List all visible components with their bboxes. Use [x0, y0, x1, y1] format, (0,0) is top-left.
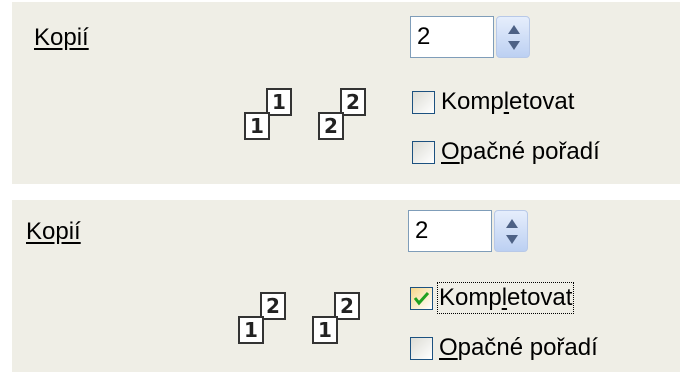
reverse-order-label: Opačné pořadí — [441, 138, 600, 165]
spin-arrows-icon — [508, 25, 520, 50]
copies-panel-uncollated: Kopií 2 1 1 2 2 Kompletovat Opačné pořad… — [12, 2, 680, 184]
reverse-order-checkbox-box[interactable] — [410, 336, 433, 360]
copies-spinner[interactable]: 2 — [408, 210, 528, 252]
reverse-order-checkbox-box[interactable] — [412, 140, 435, 164]
collate-checkbox[interactable]: Kompletovat — [412, 88, 574, 116]
spin-up-down-button[interactable] — [494, 210, 528, 252]
copies-label-access-key: Kopií — [26, 218, 81, 245]
copies-spinner[interactable]: 2 — [410, 16, 530, 58]
copies-input[interactable]: 2 — [410, 16, 494, 58]
checkmark-icon — [413, 291, 430, 305]
spin-arrows-icon — [506, 219, 518, 244]
page-front: 1 — [312, 316, 338, 344]
collate-checkbox[interactable]: Kompletovat — [410, 282, 575, 314]
collate-checkbox-box[interactable] — [410, 286, 433, 310]
reverse-order-checkbox[interactable]: Opačné pořadí — [412, 138, 600, 166]
page-front: 1 — [244, 112, 270, 140]
collate-checkbox-box[interactable] — [412, 90, 435, 114]
page-front: 2 — [318, 112, 344, 140]
collate-label: Kompletovat — [436, 282, 575, 314]
copies-panel-collated: Kopií 2 2 1 2 1 Kompletovat Opačné pořad… — [12, 200, 680, 372]
copies-label: Kopií — [34, 24, 89, 52]
reverse-order-label: Opačné pořadí — [439, 334, 598, 361]
page-front: 1 — [238, 316, 264, 344]
copies-label-access-key: Kopií — [34, 24, 89, 51]
spin-up-down-button[interactable] — [496, 16, 530, 58]
reverse-order-checkbox[interactable]: Opačné pořadí — [410, 334, 598, 362]
copies-input[interactable]: 2 — [408, 210, 492, 252]
collate-label: Kompletovat — [441, 88, 575, 115]
copies-label: Kopií — [26, 218, 81, 246]
